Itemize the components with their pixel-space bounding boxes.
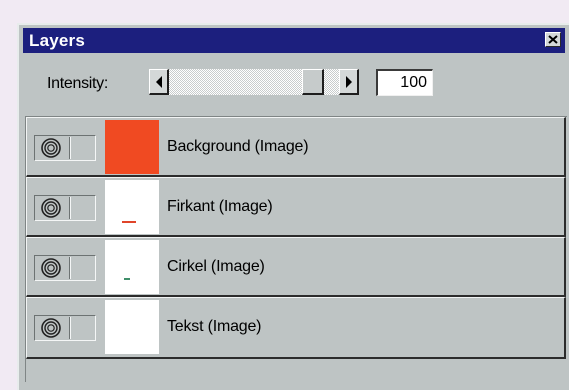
layer-name[interactable]: Background (Image) [167,138,309,156]
layer-visibility-toggle[interactable] [34,195,96,221]
intensity-label: Intensity: [47,75,109,92]
layer-list: Background (Image) Firkant (Image) Cirke… [25,116,567,382]
layer-thumbnail[interactable] [105,180,159,234]
layer-row[interactable]: Background (Image) [26,117,566,177]
eye-toggle-icon [41,198,61,218]
intensity-input[interactable]: 100 [376,69,433,96]
layer-row[interactable]: Firkant (Image) [26,177,566,237]
close-x-icon [548,35,558,44]
layer-visibility-toggle[interactable] [34,135,96,161]
eye-toggle-icon [41,318,61,338]
panel-title: Layers [29,31,86,50]
toggle-divider [70,197,71,219]
slider-thumb[interactable] [302,69,324,95]
arrow-right-icon [346,76,352,88]
layer-thumbnail[interactable] [105,240,159,294]
layers-window: Layers Intensity: 100 Background (Image)… [17,23,569,390]
close-button[interactable] [545,32,561,47]
slider-right-button[interactable] [339,69,359,95]
eye-toggle-icon [41,258,61,278]
toggle-divider [70,257,71,279]
layer-list-empty-area [26,359,566,381]
title-bar[interactable]: Layers [23,28,565,53]
eye-toggle-icon [41,138,61,158]
layer-name[interactable]: Tekst (Image) [167,318,262,336]
layer-row[interactable]: Tekst (Image) [26,297,566,359]
thumbnail-mark [122,221,136,223]
layer-thumbnail[interactable] [105,120,159,174]
slider-track[interactable] [169,69,339,95]
layer-thumbnail[interactable] [105,300,159,354]
layer-name[interactable]: Cirkel (Image) [167,258,265,276]
layer-visibility-toggle[interactable] [34,255,96,281]
toggle-divider [70,137,71,159]
layer-name[interactable]: Firkant (Image) [167,198,273,216]
intensity-slider[interactable] [149,69,359,95]
toggle-divider [70,317,71,339]
slider-left-button[interactable] [149,69,169,95]
thumbnail-mark [124,278,130,280]
layer-row[interactable]: Cirkel (Image) [26,237,566,297]
arrow-left-icon [156,76,162,88]
layer-visibility-toggle[interactable] [34,315,96,341]
